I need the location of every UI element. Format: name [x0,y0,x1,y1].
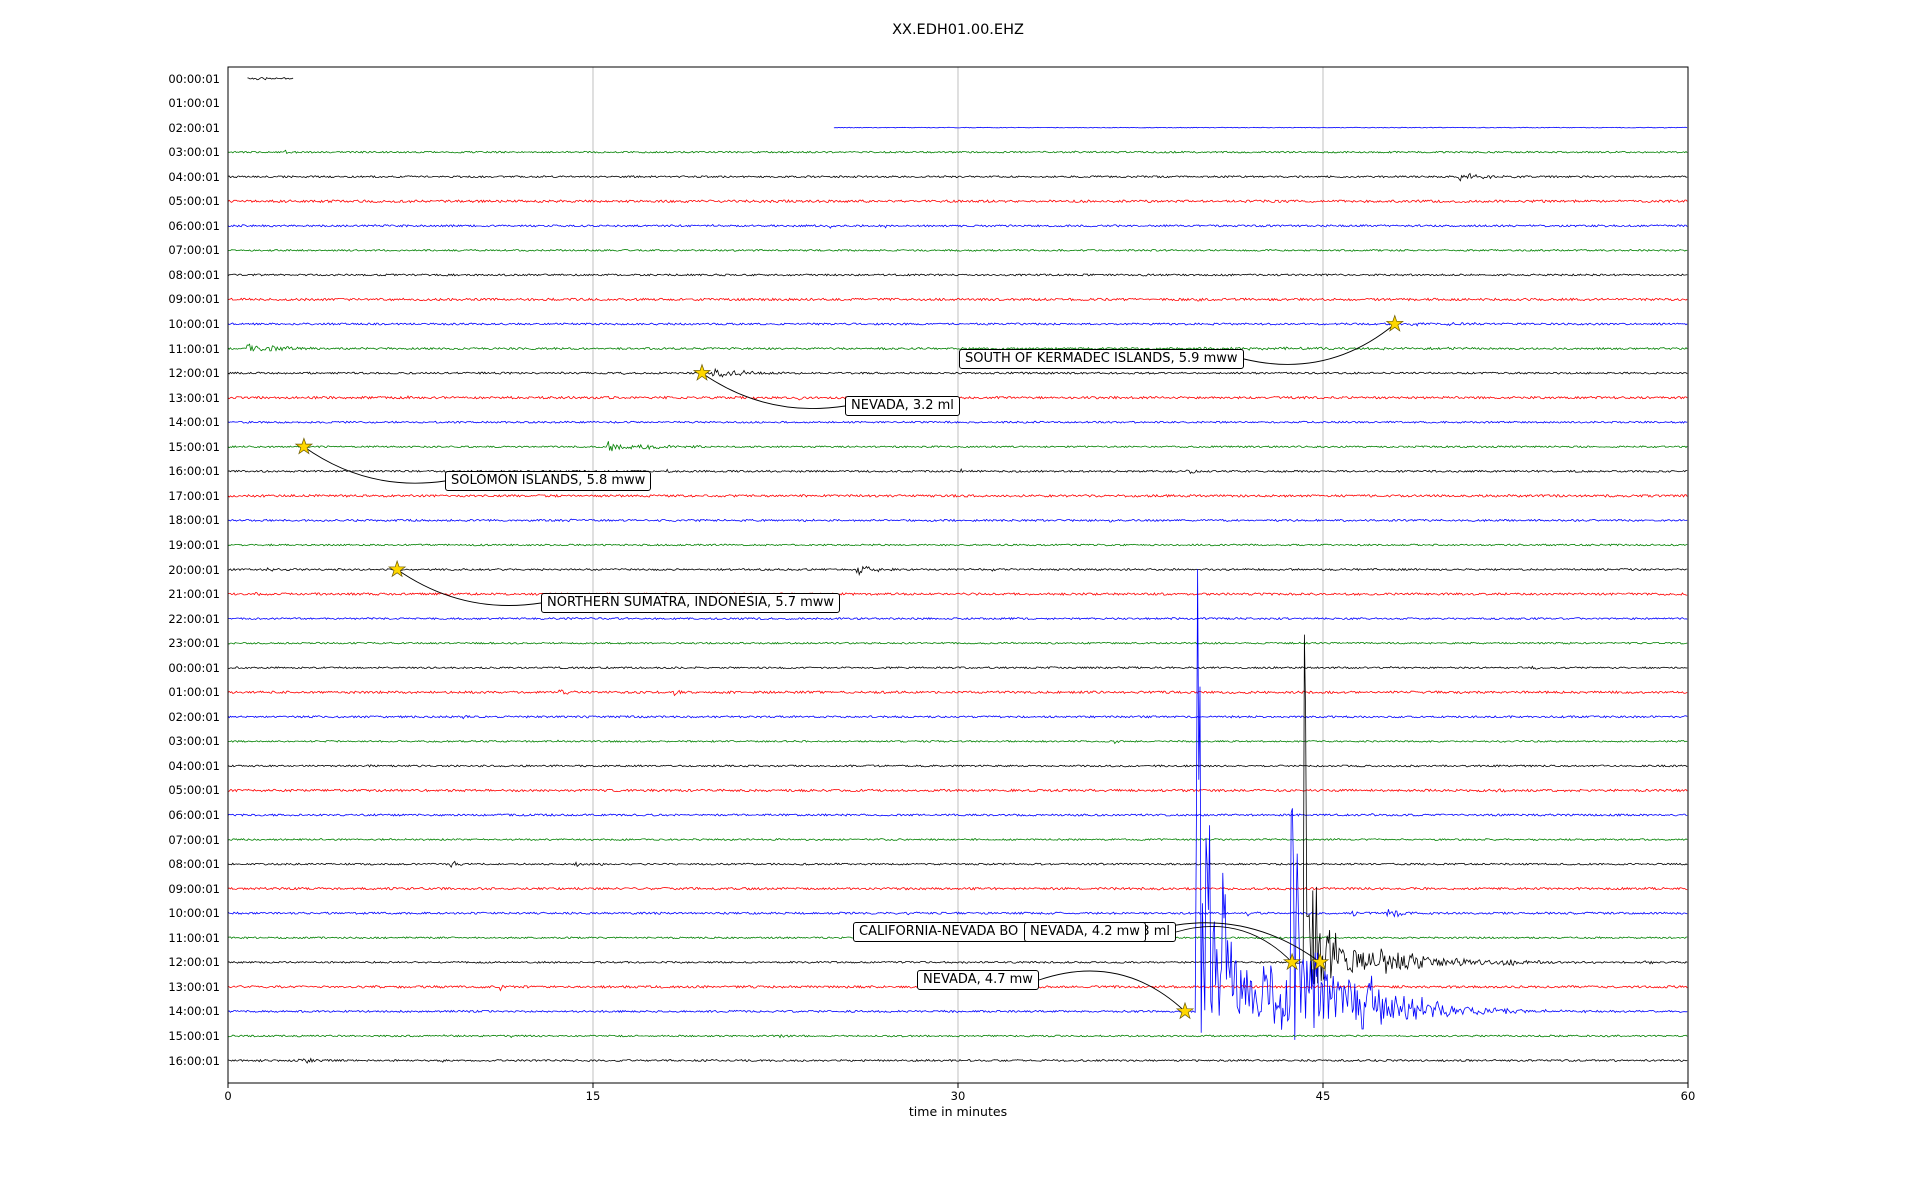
row-time-label: 12:00:01 [168,955,220,970]
x-tick-label: 60 [1680,1089,1696,1103]
row-time-label: 15:00:01 [168,439,220,454]
row-time-label: 22:00:01 [168,611,220,626]
x-tick-label: 45 [1315,1089,1331,1103]
event-label-box: SOLOMON ISLANDS, 5.8 mww [445,471,652,491]
row-time-label: 11:00:01 [168,930,220,945]
annotation-leader-line [396,569,542,606]
event-label-box: NEVADA, 4.2 mw [1024,922,1146,942]
chart-title: XX.EDH01.00.EHZ [892,22,1024,38]
annotation-leader-line [1038,970,1186,1012]
row-time-label: 07:00:01 [168,243,220,258]
row-time-label: 14:00:01 [168,415,220,430]
row-time-label: 23:00:01 [168,636,220,651]
row-time-label: 08:00:01 [168,267,220,282]
row-time-label: 13:00:01 [168,390,220,405]
row-time-label: 21:00:01 [168,587,220,602]
x-tick-label: 30 [950,1089,966,1103]
row-time-label: 05:00:01 [168,783,220,798]
event-label-box: NEVADA, 3.2 ml [845,396,960,416]
row-time-label: 11:00:01 [168,341,220,356]
row-time-label: 14:00:01 [168,1004,220,1019]
row-time-label: 16:00:01 [168,464,220,479]
annotation-leader-line [701,372,846,409]
row-time-label: 10:00:01 [168,906,220,921]
row-time-label: 12:00:01 [168,366,220,381]
event-star-marker [387,559,407,578]
row-time-label: 17:00:01 [168,488,220,503]
event-label-box: SOUTH OF KERMADEC ISLANDS, 5.9 mww [959,349,1244,369]
row-time-label: 03:00:01 [168,734,220,749]
row-time-label: 06:00:01 [168,218,220,233]
event-label-box: NEVADA, 4.7 mw [917,970,1039,990]
row-time-label: 08:00:01 [168,857,220,872]
row-time-label: 09:00:01 [168,292,220,307]
row-time-label: 03:00:01 [168,145,220,160]
row-time-label: 20:00:01 [168,562,220,577]
annotation-leader-line [303,446,446,484]
event-label-box: NORTHERN SUMATRA, INDONESIA, 5.7 mww [541,593,841,613]
row-time-label: 06:00:01 [168,808,220,822]
row-time-label: 19:00:01 [168,537,220,552]
row-time-label: 18:00:01 [168,513,220,528]
x-tick-label: 0 [224,1089,232,1103]
event-label-text: CALIFORNIA-NEVADA BO [859,924,1019,939]
row-time-label: 15:00:01 [168,1028,220,1043]
event-star-marker [692,363,712,381]
event-star-marker [1282,952,1302,971]
row-time-label: 16:00:01 [168,1053,220,1068]
row-time-label: 02:00:01 [168,120,220,135]
row-time-label: 10:00:01 [168,317,220,331]
event-star-marker [294,437,314,455]
seismogram-trace [247,76,294,81]
row-time-label: 02:00:01 [168,709,220,724]
seismogram-trace [833,126,1688,129]
x-axis-label: time in minutes [908,1104,1008,1119]
row-time-label: 00:00:01 [168,660,220,675]
event-star-marker [1175,1001,1195,1020]
row-time-label: 04:00:01 [168,169,220,184]
helicorder-plot-canvas [227,66,1689,1088]
annotation-leader-line [1243,323,1396,365]
row-time-label: 07:00:01 [168,832,220,847]
seismogram-figure: XX.EDH01.00.EHZ 00:00:01 01:00:01 02:00:01… [0,0,1920,1200]
row-time-label: 09:00:01 [168,881,220,896]
row-time-label: 13:00:01 [168,979,220,994]
row-time-label: 05:00:01 [168,194,220,209]
row-time-label: 00:00:01 [168,71,220,86]
x-tick-label: 15 [585,1089,601,1103]
row-time-label: 01:00:01 [168,685,220,700]
row-time-label: 04:00:01 [168,758,220,773]
row-time-label: 01:00:01 [168,96,220,111]
annotation-leader-line [1175,926,1293,963]
